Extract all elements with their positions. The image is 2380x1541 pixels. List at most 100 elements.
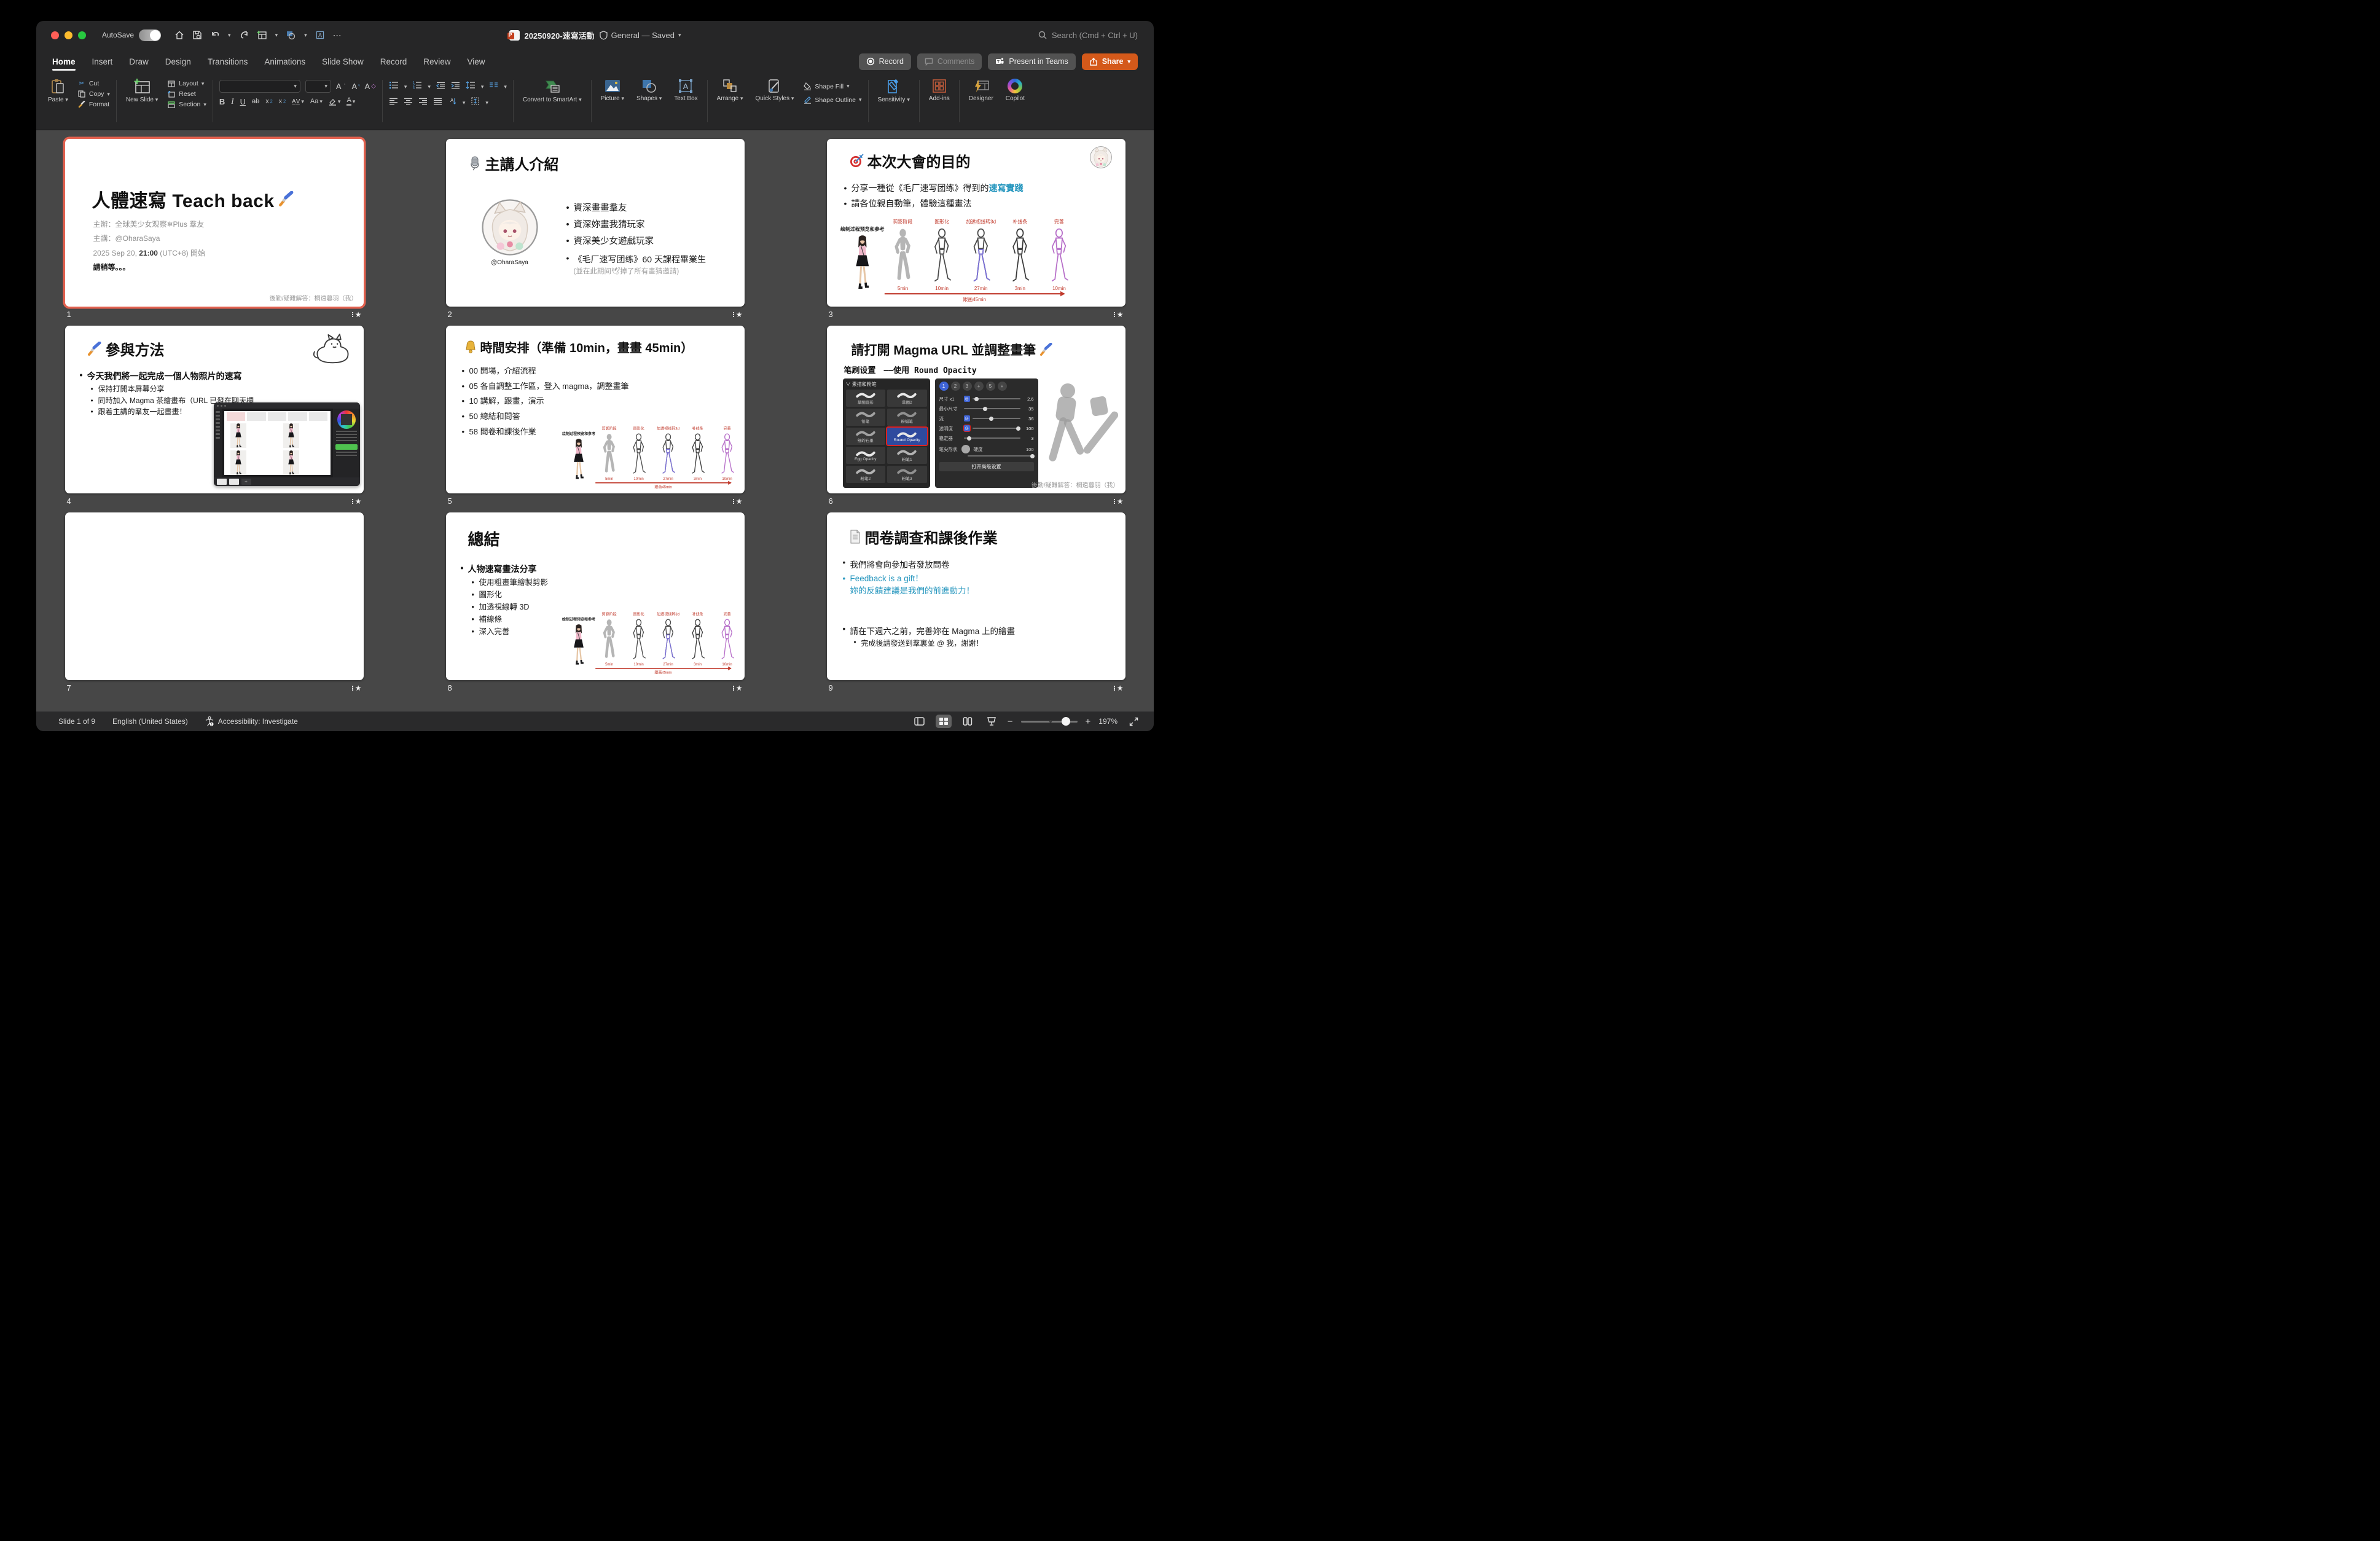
copy-button[interactable]: Copy▾ (77, 90, 110, 98)
font-size-select[interactable]: ▾ (305, 80, 331, 93)
arrange-button[interactable]: Arrange ▾ (714, 77, 746, 104)
close-button[interactable] (51, 31, 59, 39)
brush-tile[interactable]: 粉笔1 (887, 447, 927, 464)
copilot-button[interactable]: Copilot (1003, 77, 1028, 104)
tab-design[interactable]: Design (165, 53, 191, 70)
add-ins-button[interactable]: Add-ins (926, 77, 953, 125)
picture-button[interactable]: Picture ▾ (598, 77, 627, 104)
save-icon[interactable] (192, 30, 202, 40)
brush-tile[interactable]: 粉笔2 (846, 466, 886, 483)
shrink-font-button[interactable]: Aᵛ (352, 82, 360, 91)
undo-icon[interactable] (210, 30, 220, 40)
sensitivity-button[interactable]: Sensitivity ▾ (875, 77, 913, 125)
slide-thumbnail-3[interactable]: 本次大會的目的 分享一種從《毛厂速写团练》得到的速寫實踐 請各位親自動筆，體驗這… (827, 139, 1125, 307)
zoom-in-button[interactable]: + (1086, 716, 1091, 727)
justify-button[interactable] (433, 97, 442, 108)
home-icon[interactable] (174, 30, 184, 40)
align-center-button[interactable] (404, 97, 413, 108)
normal-view-button[interactable] (912, 715, 928, 728)
textbox-quick-icon[interactable]: A (315, 30, 325, 40)
slide-thumbnail-5[interactable]: 時間安排（準備 10min，畫畫 45min） 00 開場，介紹流程 05 各自… (446, 326, 745, 493)
new-slide-quick-chevron-icon[interactable]: ▾ (275, 32, 278, 39)
language-button[interactable]: English (United States) (112, 717, 188, 726)
reset-button[interactable]: Reset (167, 90, 206, 98)
present-in-teams-button[interactable]: T Present in Teams (988, 53, 1075, 70)
advanced-settings-button[interactable]: 打开高级设置 (939, 462, 1034, 471)
undo-chevron-icon[interactable]: ▾ (228, 32, 231, 39)
comments-button[interactable]: Comments (917, 53, 982, 70)
more-toolbar-icon[interactable]: ⋯ (333, 30, 342, 41)
clear-formatting-button[interactable]: A◇ (364, 82, 375, 91)
columns-button[interactable] (489, 81, 498, 92)
brush-tile[interactable]: 铅笔 (846, 409, 886, 426)
search-input[interactable]: Search (Cmd + Ctrl + U) (1038, 31, 1138, 40)
cut-button[interactable]: ✂Cut (77, 80, 110, 87)
tab-insert[interactable]: Insert (92, 53, 113, 70)
convert-to-smartart-button[interactable]: Convert to SmartArt ▾ (520, 77, 585, 125)
decrease-indent-button[interactable] (436, 81, 445, 92)
brush-tile-selected[interactable]: Round Opacity (887, 428, 927, 445)
brush-tile[interactable]: 草图圆形 (846, 390, 886, 407)
superscript-button[interactable]: x2 (265, 98, 272, 105)
minimize-button[interactable] (65, 31, 72, 39)
slide-thumbnail-4[interactable]: 參與方法 今天我們將一起完成一個人物照片的速寫 保持打開本屏幕分享 同時加入 M… (65, 326, 364, 493)
shape-fill-button[interactable]: Shape Fill▾ (803, 82, 861, 90)
slide-thumbnail-6[interactable]: 請打開 Magma URL 並調整畫筆 笔刷设置 ——使用 Round Opac… (827, 326, 1125, 493)
slide-thumbnail-9[interactable]: 問卷調查和課後作業 我們將會向參加者發放問卷 Feedback is a gif… (827, 512, 1125, 680)
designer-button[interactable]: Designer (966, 77, 996, 104)
strikethrough-button[interactable]: ab (252, 98, 259, 105)
change-case-button[interactable]: Aa▾ (310, 98, 323, 105)
font-name-select[interactable]: ▾ (219, 80, 300, 93)
tab-record[interactable]: Record (380, 53, 407, 70)
underline-button[interactable]: U (240, 97, 246, 106)
slide-thumbnail-8[interactable]: 總結 人物速寫畫法分享 使用粗畫筆繪製剪影 圖形化 加透視線轉 3D 補線條 深… (446, 512, 745, 680)
brush-tile[interactable]: 草图2 (887, 390, 927, 407)
doc-status[interactable]: General — Saved ▾ (600, 31, 681, 40)
zoom-slider[interactable] (1021, 721, 1078, 723)
slide-sorter-view-button[interactable] (936, 715, 952, 728)
brush-tile[interactable]: 粉笔3 (887, 466, 927, 483)
zoom-level[interactable]: 197% (1098, 717, 1118, 726)
shapes-button[interactable]: Shapes ▾ (633, 77, 665, 104)
brush-tile[interactable]: 细的石墨 (846, 428, 886, 445)
shape-outline-button[interactable]: Shape Outline▾ (803, 96, 861, 104)
slide-thumbnail-7[interactable] (65, 512, 364, 680)
align-left-button[interactable] (389, 97, 398, 108)
tab-slide-show[interactable]: Slide Show (322, 53, 364, 70)
slideshow-view-button[interactable] (984, 715, 1000, 728)
italic-button[interactable]: I (231, 96, 233, 106)
line-spacing-button[interactable] (466, 81, 476, 92)
increase-indent-button[interactable] (451, 81, 460, 92)
new-slide-quick-icon[interactable] (257, 30, 267, 40)
zoom-out-button[interactable]: − (1008, 716, 1013, 727)
autosave-toggle[interactable] (139, 29, 161, 41)
fullscreen-button[interactable] (1125, 715, 1141, 728)
format-button[interactable]: Format (77, 101, 110, 108)
redo-icon[interactable] (239, 30, 249, 40)
bold-button[interactable]: B (219, 97, 225, 106)
tab-view[interactable]: View (468, 53, 485, 70)
reading-view-button[interactable] (960, 715, 976, 728)
align-right-button[interactable] (418, 97, 428, 108)
layout-button[interactable]: Layout▾ (167, 80, 206, 87)
tab-transitions[interactable]: Transitions (208, 53, 248, 70)
accessibility-button[interactable]: ! Accessibility: Investigate (205, 716, 298, 726)
highlight-color-button[interactable]: ▾ (329, 98, 341, 106)
font-color-button[interactable]: A▾ (346, 97, 355, 106)
subscript-button[interactable]: x2 (279, 98, 286, 105)
shapes-quick-chevron-icon[interactable]: ▾ (304, 32, 307, 39)
new-slide-button[interactable]: New Slide ▾ (123, 77, 161, 105)
paste-button[interactable]: Paste ▾ (45, 77, 71, 105)
character-spacing-button[interactable]: A̲V̲▾ (292, 98, 304, 105)
tab-draw[interactable]: Draw (129, 53, 149, 70)
tab-home[interactable]: Home (52, 53, 76, 70)
slide-thumbnail-2[interactable]: 主講人介紹 @OharaSaya 資深畫畫羣友 資深妳畫我猜玩家 資深美少女遊戲… (446, 139, 745, 307)
bullets-button[interactable] (389, 81, 399, 92)
align-text-vertical-button[interactable] (471, 97, 480, 108)
brush-tile[interactable]: Egg Opacity (846, 447, 886, 464)
record-button[interactable]: Record (859, 53, 911, 70)
text-direction-button[interactable]: A (448, 97, 457, 108)
brush-tile[interactable]: 粉蜡笔 (887, 409, 927, 426)
zoom-window-button[interactable] (78, 31, 86, 39)
grow-font-button[interactable]: A＾ (336, 82, 347, 91)
